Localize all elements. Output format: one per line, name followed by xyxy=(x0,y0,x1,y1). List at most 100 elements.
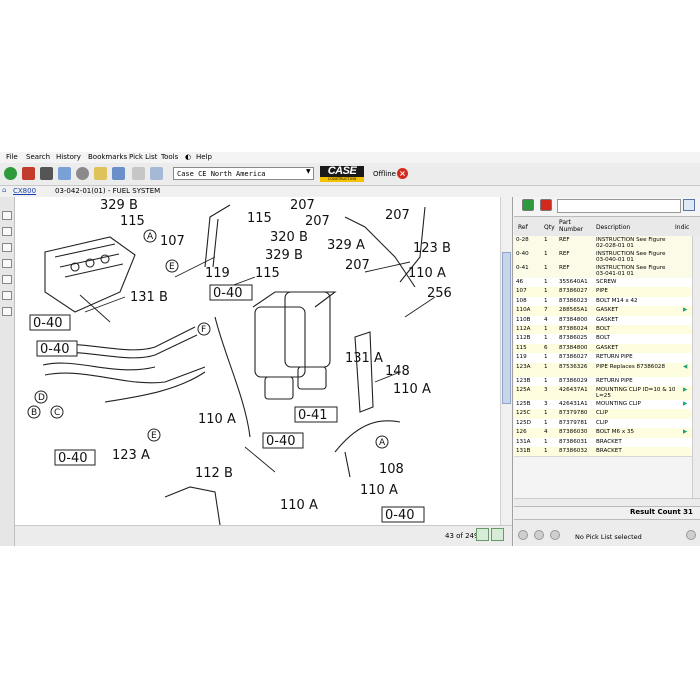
ref-0-40-a[interactable]: 0-40 xyxy=(33,316,63,331)
region-select[interactable]: Case CE North America xyxy=(173,167,314,180)
table-row[interactable]: 125A 3 426437A1 MOUNTING CLIP ID=10 & 10 L=… xyxy=(514,386,692,401)
parts-diagram[interactable]: A E D B C F E A 0-40 0-40 0-40 0-40 0-40 xyxy=(15,197,500,525)
col-ref[interactable]: Ref xyxy=(518,224,528,231)
next-page-icon[interactable] xyxy=(491,528,504,541)
save-icon[interactable] xyxy=(2,227,12,236)
menu-pick-list[interactable]: Pick List xyxy=(129,153,157,161)
item-110a-c[interactable]: 110 A xyxy=(393,382,431,397)
menu-tools[interactable]: Tools xyxy=(161,153,178,161)
item-115-c[interactable]: 115 xyxy=(247,211,272,226)
picklist-add-icon[interactable] xyxy=(518,530,528,540)
clear-icon[interactable] xyxy=(540,199,552,211)
item-123a[interactable]: 123 A xyxy=(112,448,150,463)
callout-f[interactable]: F xyxy=(201,325,206,335)
indicator-arrow-icon[interactable]: ▶ xyxy=(683,307,687,313)
col-description[interactable]: Description xyxy=(596,224,630,231)
qty-cell: 1 xyxy=(544,354,548,361)
table-row[interactable]: 0-28 1 REF INSTRUCTION See Figure 02-028-01… xyxy=(514,236,692,251)
prev-page-icon[interactable] xyxy=(476,528,489,541)
indicator-arrow-icon[interactable]: ◀ xyxy=(683,364,687,370)
menu-history[interactable]: History xyxy=(56,153,81,161)
item-110a-e[interactable]: 110 A xyxy=(280,498,318,513)
ref-0-40-b[interactable]: 0-40 xyxy=(40,342,70,357)
callout-c[interactable]: C xyxy=(54,408,60,418)
item-119[interactable]: 119 xyxy=(205,266,230,281)
filter-icon[interactable] xyxy=(683,199,695,211)
menu-file[interactable]: File xyxy=(6,153,18,161)
callout-e[interactable]: E xyxy=(169,262,175,272)
menu-bookmarks[interactable]: Bookmarks xyxy=(88,153,127,161)
zoom-icon[interactable] xyxy=(2,259,12,268)
machine-icon[interactable] xyxy=(40,167,53,180)
ref-0-40-c[interactable]: 0-40 xyxy=(213,286,243,301)
item-207-c[interactable]: 207 xyxy=(385,208,410,223)
item-112b[interactable]: 112 B xyxy=(195,466,233,481)
gear-icon[interactable] xyxy=(76,167,89,180)
indicator-arrow-icon[interactable]: ▶ xyxy=(683,387,687,393)
item-108[interactable]: 108 xyxy=(379,462,404,477)
item-115-b[interactable]: 115 xyxy=(255,266,280,281)
search-icon[interactable] xyxy=(58,167,71,180)
ref-0-40-d[interactable]: 0-40 xyxy=(58,451,88,466)
chevron-down-icon[interactable]: ▼ xyxy=(306,168,311,175)
ref-0-40-f[interactable]: 0-40 xyxy=(385,508,415,523)
table-row[interactable]: 131B 1 87386032 BRACKET xyxy=(514,447,692,458)
item-115-a[interactable]: 115 xyxy=(120,214,145,229)
menu-search[interactable]: Search xyxy=(26,153,50,161)
rotate-icon[interactable] xyxy=(2,291,12,300)
callout-a-right[interactable]: A xyxy=(379,438,386,448)
parts-scrollbar[interactable] xyxy=(692,236,700,498)
ref-0-40-e[interactable]: 0-40 xyxy=(266,434,296,449)
item-107[interactable]: 107 xyxy=(160,234,185,249)
indicator-arrow-icon[interactable]: ▶ xyxy=(683,401,687,407)
back-icon[interactable] xyxy=(4,167,17,180)
item-131b[interactable]: 131 B xyxy=(130,290,168,305)
layout-icon[interactable] xyxy=(2,307,12,316)
callout-e-lower[interactable]: E xyxy=(151,431,157,441)
indicator-arrow-icon[interactable]: ▶ xyxy=(683,429,687,435)
item-207-a[interactable]: 207 xyxy=(290,198,315,213)
item-110a-b[interactable]: 110 A xyxy=(408,266,446,281)
breadcrumb-model-link[interactable]: CX800 xyxy=(13,187,36,195)
parts-filter-input[interactable] xyxy=(557,199,681,213)
item-123b[interactable]: 123 B xyxy=(413,241,451,256)
item-207-d[interactable]: 207 xyxy=(345,258,370,273)
menu-help[interactable]: Help xyxy=(196,153,212,161)
table-row[interactable]: 123A 1 87536326 PIPE Replaces 87386028 ◀ xyxy=(514,362,692,378)
callout-b[interactable]: B xyxy=(31,408,37,418)
item-329b-b[interactable]: 329 B xyxy=(265,248,303,263)
col-qty[interactable]: Qty xyxy=(544,224,555,231)
home-icon[interactable]: ⌂ xyxy=(2,186,6,194)
hand-icon[interactable] xyxy=(2,275,12,284)
item-110a-d[interactable]: 110 A xyxy=(360,483,398,498)
item-329b[interactable]: 329 B xyxy=(100,198,138,213)
callout-d[interactable]: D xyxy=(38,393,45,403)
pages-icon[interactable] xyxy=(150,167,163,180)
description-cell: GASKET xyxy=(596,316,619,323)
item-131a[interactable]: 131 A xyxy=(345,351,383,366)
item-320b[interactable]: 320 B xyxy=(270,230,308,245)
item-207-b[interactable]: 207 xyxy=(305,214,330,229)
item-110a-a[interactable]: 110 A xyxy=(198,412,236,427)
diagram-scroll-thumb[interactable] xyxy=(502,252,511,404)
check-icon[interactable] xyxy=(522,199,534,211)
picklist-close-icon[interactable] xyxy=(686,530,696,540)
col-part-number[interactable]: Part Number xyxy=(559,219,589,233)
print-icon[interactable] xyxy=(112,167,125,180)
picklist-refresh-icon[interactable] xyxy=(550,530,560,540)
item-256[interactable]: 256 xyxy=(427,286,452,301)
table-row[interactable]: 0-40 1 REF INSTRUCTION See Figure 03-040-01… xyxy=(514,250,692,265)
callout-a[interactable]: A xyxy=(147,232,154,242)
col-indicator[interactable]: Indic xyxy=(675,224,689,231)
copy-icon[interactable] xyxy=(2,243,12,252)
fit-page-icon[interactable] xyxy=(2,211,12,220)
ref-0-41[interactable]: 0-41 xyxy=(298,408,328,423)
book-icon[interactable] xyxy=(22,167,35,180)
table-row[interactable]: 0-41 1 REF INSTRUCTION See Figure 03-041-01… xyxy=(514,264,692,279)
edit-icon[interactable] xyxy=(132,167,145,180)
item-329a[interactable]: 329 A xyxy=(327,238,365,253)
item-148[interactable]: 148 xyxy=(385,364,410,379)
folder-icon[interactable] xyxy=(94,167,107,180)
picklist-remove-icon[interactable] xyxy=(534,530,544,540)
offline-icon[interactable]: × xyxy=(397,168,408,179)
